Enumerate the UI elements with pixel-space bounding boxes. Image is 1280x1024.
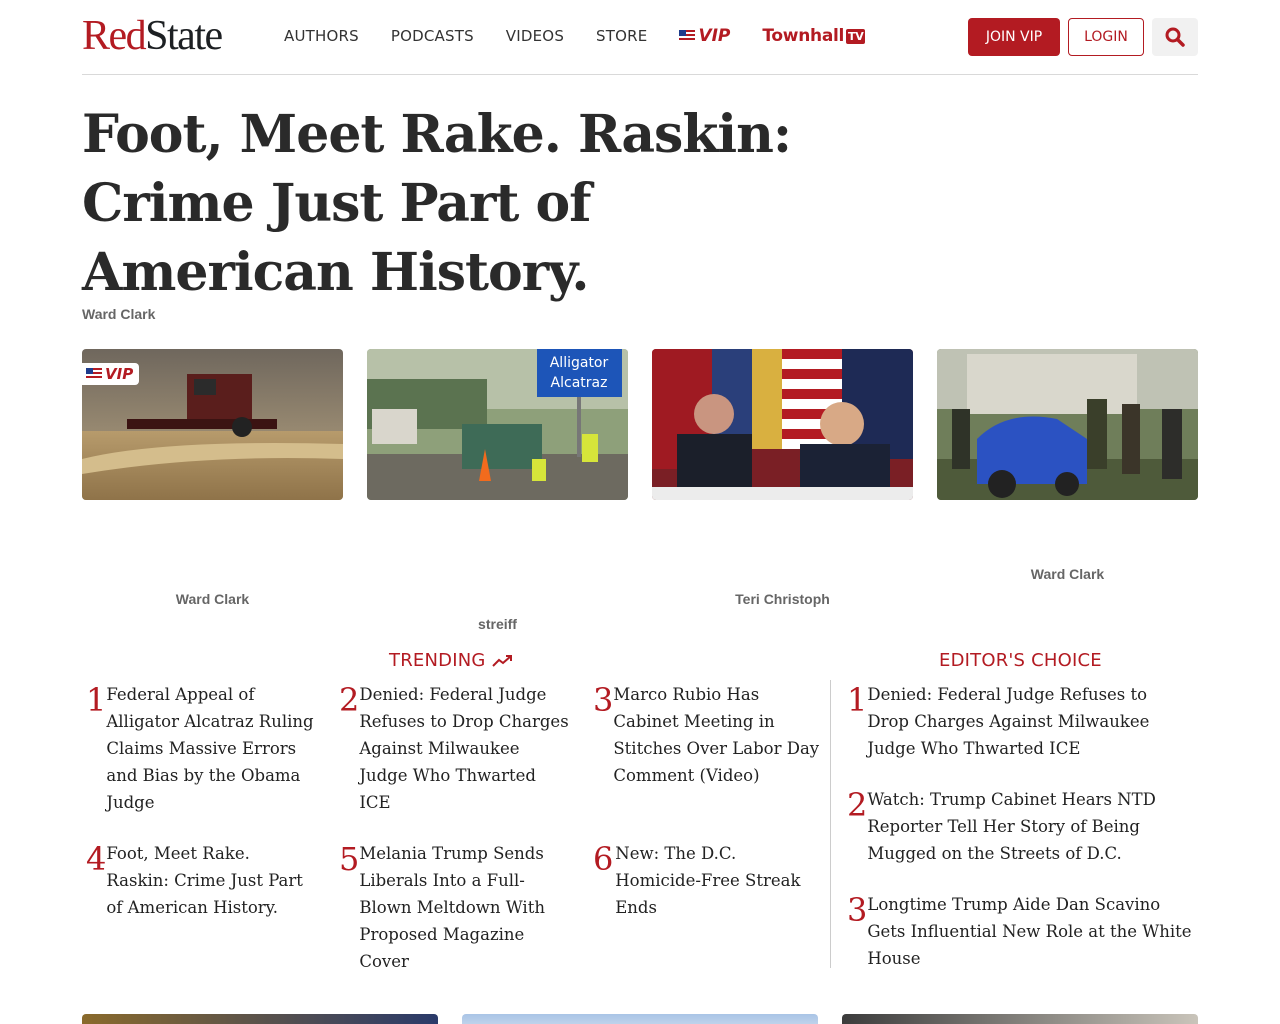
vip-badge: VIP [82, 363, 140, 385]
tv-badge: TV [846, 28, 866, 44]
trending-rank: 6 [593, 840, 614, 878]
bottom-card-image-2[interactable] [462, 1014, 818, 1024]
editors-rank: 1 [847, 681, 868, 719]
construction-site-image: Alligator Alcatraz [367, 349, 628, 500]
sign-text-alcatraz: Alcatraz [551, 375, 608, 391]
editors-item[interactable]: 1 Denied: Federal Judge Refuses to Drop … [847, 681, 1192, 762]
trending-item[interactable]: 4 Foot, Meet Rake. Raskin: Crime Just Pa… [86, 840, 316, 921]
card-image-combine[interactable]: VIP [82, 349, 343, 500]
article-title: Foot, Meet Rake. Raskin: Crime Just Part… [82, 104, 792, 303]
trending-link[interactable]: Foot, Meet Rake. Raskin: Crime Just Part… [106, 840, 316, 921]
nav-videos[interactable]: VIDEOS [506, 27, 564, 45]
card-image-alligator-alcatraz[interactable]: Alligator Alcatraz [367, 349, 628, 500]
trending-rank: 2 [339, 681, 360, 719]
cabinet-meeting-image [652, 349, 913, 500]
editors-rank: 2 [847, 786, 868, 824]
site-logo[interactable]: RedState [82, 12, 223, 60]
trending-arrow-icon [491, 654, 512, 667]
editors-choice-title: EDITOR'S CHOICE [939, 650, 1102, 671]
card-image-cabinet[interactable] [652, 349, 913, 500]
logo-red-part: Red [82, 13, 147, 59]
join-vip-button[interactable]: JOIN VIP [968, 18, 1060, 56]
card-author-3[interactable]: Teri Christoph [652, 591, 913, 607]
logo-dark-part: State [145, 13, 223, 59]
sign-text-alligator: Alligator [550, 355, 609, 371]
card-image-agents[interactable] [937, 349, 1198, 500]
nav-authors[interactable]: AUTHORS [284, 27, 359, 45]
trending-item[interactable]: 3 Marco Rubio Has Cabinet Meeting in Sti… [593, 681, 823, 789]
trending-rank: 4 [86, 840, 107, 878]
editors-item[interactable]: 3 Longtime Trump Aide Dan Scavino Gets I… [847, 891, 1192, 972]
section-divider [830, 680, 831, 968]
flag-icon [679, 30, 696, 42]
trending-link[interactable]: Denied: Federal Judge Refuses to Drop Ch… [359, 681, 571, 816]
trending-rank: 1 [86, 681, 107, 719]
nav-podcasts[interactable]: PODCASTS [391, 27, 474, 45]
login-button[interactable]: LOGIN [1068, 18, 1144, 56]
editors-rank: 3 [847, 891, 868, 929]
trending-rank: 3 [593, 681, 614, 719]
search-button[interactable] [1152, 18, 1198, 56]
trending-item[interactable]: 6 New: The D.C. Homicide-Free Streak End… [593, 840, 825, 921]
main-nav: AUTHORS PODCASTS VIDEOS STORE VIP Townha… [284, 24, 866, 48]
trending-link[interactable]: New: The D.C. Homicide-Free Streak Ends [615, 840, 825, 921]
article-author[interactable]: Ward Clark [82, 306, 155, 322]
trending-title: TRENDING [389, 650, 486, 671]
editors-link[interactable]: Watch: Trump Cabinet Hears NTD Reporter … [867, 786, 1192, 867]
federal-agents-image [937, 349, 1198, 500]
editors-link[interactable]: Longtime Trump Aide Dan Scavino Gets Inf… [867, 891, 1192, 972]
card-author-4[interactable]: Ward Clark [937, 566, 1198, 582]
flag-icon [86, 368, 102, 380]
nav-vip[interactable]: VIP [679, 26, 730, 46]
townhall-label: Townhall [762, 26, 845, 46]
bottom-card-image-1[interactable] [82, 1014, 438, 1024]
editors-item[interactable]: 2 Watch: Trump Cabinet Hears NTD Reporte… [847, 786, 1192, 867]
trending-item[interactable]: 2 Denied: Federal Judge Refuses to Drop … [339, 681, 571, 816]
trending-link[interactable]: Marco Rubio Has Cabinet Meeting in Stitc… [613, 681, 823, 789]
card-author-1[interactable]: Ward Clark [82, 591, 343, 607]
search-icon [1165, 27, 1185, 47]
trending-item[interactable]: 1 Federal Appeal of Alligator Alcatraz R… [86, 681, 316, 816]
editors-link[interactable]: Denied: Federal Judge Refuses to Drop Ch… [867, 681, 1192, 762]
trending-rank: 5 [339, 840, 360, 878]
trending-item[interactable]: 5 Melania Trump Sends Liberals Into a Fu… [339, 840, 557, 975]
nav-store[interactable]: STORE [596, 27, 647, 45]
card-author-2[interactable]: streiff [367, 616, 628, 632]
trending-link[interactable]: Federal Appeal of Alligator Alcatraz Rul… [106, 681, 316, 816]
vip-badge-label: VIP [105, 365, 134, 383]
editors-choice-heading: EDITOR'S CHOICE [939, 650, 1102, 671]
site-header: RedState AUTHORS PODCASTS VIDEOS STORE V… [82, 0, 1198, 75]
nav-townhall-tv[interactable]: Townhall TV [762, 26, 866, 46]
trending-heading: TRENDING [389, 650, 514, 671]
nav-vip-label: VIP [698, 26, 731, 46]
bottom-card-image-3[interactable] [842, 1014, 1198, 1024]
trending-link[interactable]: Melania Trump Sends Liberals Into a Full… [359, 840, 557, 975]
